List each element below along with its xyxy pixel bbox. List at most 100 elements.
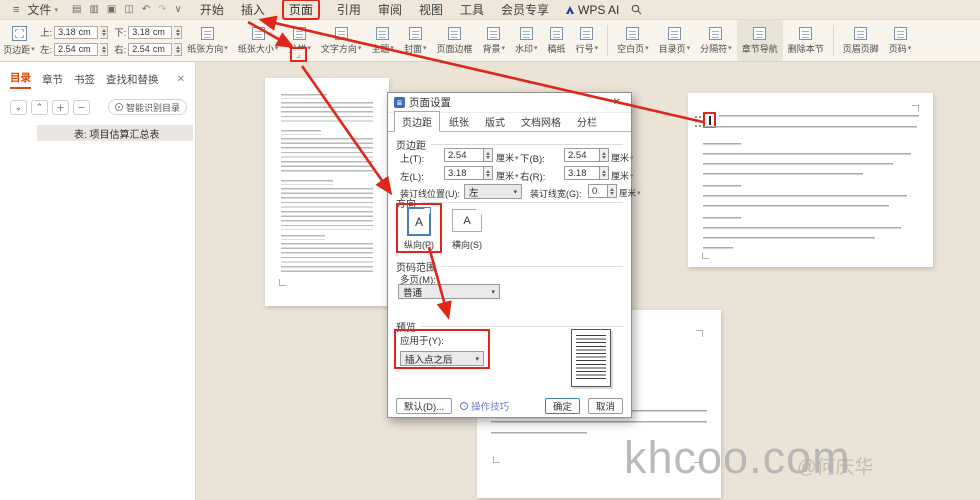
ribbon-break-button[interactable]: 分隔符▾ <box>695 20 737 61</box>
tab-tools[interactable]: 工具 <box>460 1 484 18</box>
export-icon[interactable]: ▥ <box>89 4 98 15</box>
ribbon-watermark-button[interactable]: 水印▾ <box>510 20 543 61</box>
print-icon[interactable]: ▣ <box>107 4 116 15</box>
apply-to-annotation-box: 应用于(Y): 插入点之后▾ <box>394 329 490 369</box>
page-setup-dialog-launcher[interactable]: ⌟ <box>290 47 307 62</box>
drag-handle-icon[interactable] <box>694 115 702 128</box>
dlg-bottom-stepper[interactable] <box>600 148 609 162</box>
sidebar-tab-sections[interactable]: 章节 <box>42 72 63 87</box>
ribbon-line-numbers-button[interactable]: 行号▾ <box>571 20 604 61</box>
tab-review[interactable]: 审阅 <box>378 1 402 18</box>
tab-insert[interactable]: 插入 <box>241 1 265 18</box>
dlg-top-stepper[interactable] <box>484 148 493 162</box>
sidebar-tab-bookmarks[interactable]: 书签 <box>74 72 95 87</box>
wps-ai-label: WPS AI <box>578 3 619 17</box>
tab-member[interactable]: 会员专享 <box>501 1 549 18</box>
tab-view[interactable]: 视图 <box>419 1 443 18</box>
margin-right-input[interactable]: 2.54cm <box>128 43 172 56</box>
background-icon <box>487 27 500 40</box>
chevron-down-icon: ▾ <box>31 45 35 53</box>
multi-page-select[interactable]: 普通▾ <box>398 284 500 299</box>
margin-left-input[interactable]: 2.54cm <box>54 43 98 56</box>
smart-toc-button[interactable]: 智能识别目录 <box>108 99 187 115</box>
search-icon[interactable] <box>631 4 642 15</box>
redo-icon[interactable]: ↷ <box>158 4 166 15</box>
ribbon-manuscript-paper-button[interactable]: 稿纸 <box>543 20 571 61</box>
dlg-bottom-unit[interactable]: 厘米▾ <box>611 151 634 164</box>
dlg-top-input[interactable]: 2.54 <box>444 148 484 162</box>
tab-home[interactable]: 开始 <box>200 1 224 18</box>
hamburger-menu-icon[interactable]: ≡ <box>13 4 19 16</box>
ribbon-blank-page-button[interactable]: 空白页▾ <box>612 20 654 61</box>
smart-toc-icon <box>115 103 123 111</box>
dialog-tab-columns[interactable]: 分栏 <box>570 112 604 131</box>
margin-right-stepper[interactable] <box>174 43 182 56</box>
ribbon-page-number-button[interactable]: 页码▾ <box>884 20 917 61</box>
dialog-close-icon[interactable]: ✕ <box>609 97 625 108</box>
sidebar-tab-contents[interactable]: 目录 <box>10 70 31 89</box>
ribbon-toc-page-button[interactable]: 目录页▾ <box>654 20 696 61</box>
launcher-icon: ⌟ <box>297 50 301 59</box>
document-page-2[interactable] <box>688 93 933 267</box>
dlg-right-input[interactable]: 3.18 <box>564 166 600 180</box>
tab-page-layout[interactable]: 页面 <box>282 0 320 20</box>
ribbon-page-border-button[interactable]: 页面边框 <box>431 20 477 61</box>
margin-left-stepper[interactable] <box>100 43 108 56</box>
margin-top-input[interactable]: 3.18cm <box>54 26 98 39</box>
margin-fields: 上: 3.18cm 下: 3.18cm 左: 2.54cm 右: <box>40 20 182 61</box>
more-commands-icon[interactable]: ∨ <box>175 4 182 15</box>
portrait-button[interactable]: A <box>407 207 431 236</box>
ribbon-theme-button[interactable]: 主题▾ <box>366 20 399 61</box>
document-page-1[interactable] <box>265 78 389 306</box>
ribbon-header-footer-button[interactable]: 页眉页脚 <box>838 20 884 61</box>
dlg-right-unit[interactable]: 厘米▾ <box>611 169 634 182</box>
ribbon-separator <box>607 25 608 56</box>
margin-top-stepper[interactable] <box>100 26 108 39</box>
dialog-tab-layout[interactable]: 版式 <box>478 112 512 131</box>
undo-icon[interactable]: ↶ <box>142 4 150 15</box>
save-icon[interactable]: ▤ <box>72 4 81 15</box>
dlg-right-stepper[interactable] <box>600 166 609 180</box>
apply-to-select[interactable]: 插入点之后▾ <box>400 351 484 366</box>
titlebar: ≡ 文件 ▾ ▤ ▥ ▣ ◫ ↶ ↷ ∨ 开始 插入 页面 引用 审阅 视图 工… <box>0 0 980 20</box>
tips-link[interactable]: 操作技巧 <box>460 399 509 413</box>
ribbon-margins-button[interactable]: 页边距▾ <box>0 20 38 61</box>
ribbon-cover-button[interactable]: 封面▾ <box>399 20 432 61</box>
ribbon-paper-size-button[interactable]: 纸张大小▾ <box>233 20 284 61</box>
ribbon-background-button[interactable]: 背景▾ <box>477 20 510 61</box>
zoom-in-button[interactable]: ＋ <box>52 100 69 115</box>
ribbon-text-direction-button[interactable]: 文字方向▾ <box>316 20 367 61</box>
sidebar-tab-find-replace[interactable]: 查找和替换 <box>106 72 159 87</box>
dlg-left-unit[interactable]: 厘米▾ <box>496 169 519 182</box>
dlg-top-unit[interactable]: 厘米▾ <box>496 151 519 164</box>
toc-list-item[interactable]: 表: 项目估算汇总表 <box>37 125 193 141</box>
dialog-tab-doc-grid[interactable]: 文档网格 <box>514 112 568 131</box>
expand-button[interactable]: ⌃ <box>31 100 48 115</box>
ok-button[interactable]: 确定 <box>545 398 580 414</box>
cancel-button[interactable]: 取消 <box>588 398 623 414</box>
dialog-tab-margins[interactable]: 页边距 <box>394 111 440 132</box>
tab-references[interactable]: 引用 <box>337 1 361 18</box>
collapse-button[interactable]: ⌄ <box>10 100 27 115</box>
landscape-button[interactable]: A 横向(S) <box>452 209 482 251</box>
dlg-left-stepper[interactable] <box>484 166 493 180</box>
print-preview-icon[interactable]: ◫ <box>124 4 133 15</box>
file-menu[interactable]: ≡ 文件 ▾ <box>8 1 58 18</box>
menu-tabs: 开始 插入 页面 引用 审阅 视图 工具 会员专享 <box>200 0 549 20</box>
margin-bottom-input[interactable]: 3.18cm <box>128 26 172 39</box>
ribbon-delete-section-button[interactable]: 删除本节 <box>783 20 829 61</box>
dialog-titlebar[interactable]: ≣ 页面设置 ✕ <box>388 93 631 113</box>
dlg-left-input[interactable]: 3.18 <box>444 166 484 180</box>
text-direction-icon <box>335 27 348 40</box>
default-button[interactable]: 默认(D)... <box>396 398 452 414</box>
zoom-out-button[interactable]: － <box>73 100 90 115</box>
dialog-footer: 默认(D)... 操作技巧 确定 取消 <box>388 393 631 419</box>
ribbon-section-nav-button[interactable]: 章节导航 <box>737 20 783 61</box>
dlg-bottom-input[interactable]: 2.54 <box>564 148 600 162</box>
dialog-tab-paper[interactable]: 纸张 <box>442 112 476 131</box>
sidebar-close-icon[interactable]: ✕ <box>177 74 185 85</box>
chevron-down-icon: ▾ <box>54 6 58 14</box>
margin-bottom-stepper[interactable] <box>174 26 182 39</box>
ribbon-paper-orientation-button[interactable]: 纸张方向▾ <box>182 20 233 61</box>
wps-ai-button[interactable]: WPS AI <box>565 3 619 17</box>
